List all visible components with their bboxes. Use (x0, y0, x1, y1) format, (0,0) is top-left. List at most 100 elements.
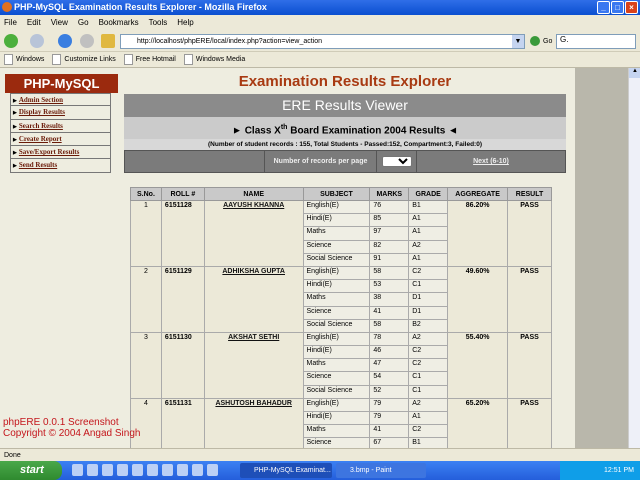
quicklaunch-icon[interactable] (192, 464, 203, 476)
column-header: NAME (203, 187, 304, 201)
marks: 85 (369, 213, 410, 228)
grade: C1 (408, 371, 449, 386)
roll-number: 6151130 (160, 331, 205, 399)
quicklaunch-icon[interactable] (117, 464, 128, 476)
go-button[interactable]: Go (530, 36, 552, 47)
aggregate: 55.40% (447, 331, 509, 399)
vertical-scrollbar[interactable]: ▲ (628, 68, 640, 448)
subject: Social Science (302, 384, 371, 399)
per-page-label: Number of records per page (265, 151, 377, 172)
grade: C1 (408, 279, 449, 294)
sidebar-item-display-results[interactable]: Display Results (10, 106, 111, 120)
forward-icon[interactable] (30, 34, 44, 48)
marks: 41 (369, 424, 410, 439)
table-row: 2 6151129 ADHIKSHA GUPTA English(E) 58 C2 49.6… (130, 265, 552, 333)
subject: Science (302, 305, 371, 320)
menu-tools[interactable]: Tools (149, 15, 168, 30)
subject: English(E) (302, 265, 371, 281)
aggregate: 86.20% (447, 200, 509, 267)
stop-icon[interactable] (80, 34, 94, 48)
marks: 78 (369, 331, 410, 347)
column-header: AGGREGATE (447, 187, 509, 201)
marks: 58 (369, 265, 410, 281)
marks: 91 (369, 252, 410, 267)
go-label: Go (543, 38, 553, 45)
sidebar-item-admin-section[interactable]: Admin Section (10, 93, 111, 107)
reload-icon[interactable] (58, 34, 72, 48)
student-name-link[interactable]: AAYUSH KHANNA (223, 202, 284, 209)
viewer-title: ERE Results Viewer (124, 94, 566, 117)
grade: A1 (408, 226, 449, 241)
marks: 67 (369, 437, 410, 448)
menu-help[interactable]: Help (177, 15, 193, 30)
quicklaunch-icon[interactable] (132, 464, 143, 476)
sidebar-item-send-results[interactable]: Send Results (10, 159, 111, 173)
menu-view[interactable]: View (51, 15, 68, 30)
sidebar-item-save-export-results[interactable]: Save/Export Results (10, 146, 111, 160)
per-page-select[interactable] (381, 156, 412, 167)
quicklaunch-icon[interactable] (147, 464, 158, 476)
student-name-link[interactable]: ADHIKSHA GUPTA (222, 268, 285, 275)
subject: Maths (302, 358, 371, 373)
minimize-button[interactable]: _ (597, 1, 610, 14)
menu-edit[interactable]: Edit (27, 15, 41, 30)
home-icon[interactable] (101, 34, 115, 48)
menu-file[interactable]: File (4, 15, 17, 30)
marks: 97 (369, 226, 410, 241)
subject: Social Science (302, 318, 371, 333)
serial-number: 1 (130, 200, 162, 267)
grade: C2 (408, 265, 449, 281)
grade: D1 (408, 305, 449, 320)
marks: 82 (369, 239, 410, 254)
search-input[interactable]: G. (556, 34, 636, 49)
sidebar-item-create-report[interactable]: Create Report (10, 132, 111, 147)
menu-go[interactable]: Go (78, 15, 89, 30)
bookmark-windows[interactable]: Windows (4, 52, 44, 67)
grade: A1 (408, 410, 449, 426)
start-button[interactable]: start (0, 461, 62, 480)
serial-number: 2 (130, 265, 162, 333)
bookmark-free-hotmail[interactable]: Free Hotmail (124, 52, 176, 67)
subject: English(E) (302, 331, 371, 347)
window-title: PHP-MySQL Examination Results Explorer -… (14, 2, 267, 12)
next-link[interactable]: Next (6-10) (473, 158, 509, 165)
back-icon[interactable] (4, 34, 18, 48)
result: PASS (507, 200, 552, 267)
marks: 79 (369, 410, 410, 426)
student-name-cell: AKSHAT SETHI (203, 331, 304, 399)
quick-launch (72, 464, 218, 476)
address-bar[interactable]: http://localhost/phpERE/local/index.php?… (120, 34, 525, 49)
student-name-link[interactable]: AKSHAT SETHI (228, 334, 279, 341)
serial-number: 3 (130, 331, 162, 399)
grade: A1 (408, 213, 449, 228)
quicklaunch-icon[interactable] (102, 464, 113, 476)
quicklaunch-icon[interactable] (162, 464, 173, 476)
firefox-icon (2, 2, 12, 12)
bookmark-customize-links[interactable]: Customize Links (52, 52, 115, 67)
page-content: PHP-MySQL Admin Section Display Results … (0, 68, 628, 448)
quicklaunch-icon[interactable] (207, 464, 218, 476)
quicklaunch-icon[interactable] (177, 464, 188, 476)
menu-bookmarks[interactable]: Bookmarks (99, 15, 139, 30)
sidebar-item-search-results[interactable]: Search Results (10, 119, 111, 133)
quicklaunch-icon[interactable] (72, 464, 83, 476)
aggregate: 49.60% (447, 265, 509, 333)
go-icon (530, 36, 540, 47)
student-name-link[interactable]: ASHUTOSH BAHADUR (215, 400, 291, 407)
subject: Hindi(E) (302, 279, 371, 294)
column-header: MARKS (369, 187, 410, 201)
quicklaunch-icon[interactable] (87, 464, 98, 476)
heading-text-post: Board Examination 2004 Results (287, 125, 446, 137)
task-paint[interactable]: 3.bmp - Paint (336, 463, 426, 478)
grade: A1 (408, 252, 449, 267)
chevron-down-icon[interactable]: ▼ (512, 35, 524, 48)
scroll-up-icon[interactable]: ▲ (629, 68, 640, 78)
grade: B1 (408, 437, 449, 448)
subject: English(E) (302, 199, 371, 215)
close-button[interactable]: × (625, 1, 638, 14)
maximize-button[interactable]: □ (611, 1, 624, 14)
grade: A2 (408, 239, 449, 254)
task-firefox[interactable]: PHP-MySQL Examinat... (240, 463, 332, 478)
result: PASS (507, 331, 552, 399)
bookmark-windows-media[interactable]: Windows Media (184, 52, 245, 67)
